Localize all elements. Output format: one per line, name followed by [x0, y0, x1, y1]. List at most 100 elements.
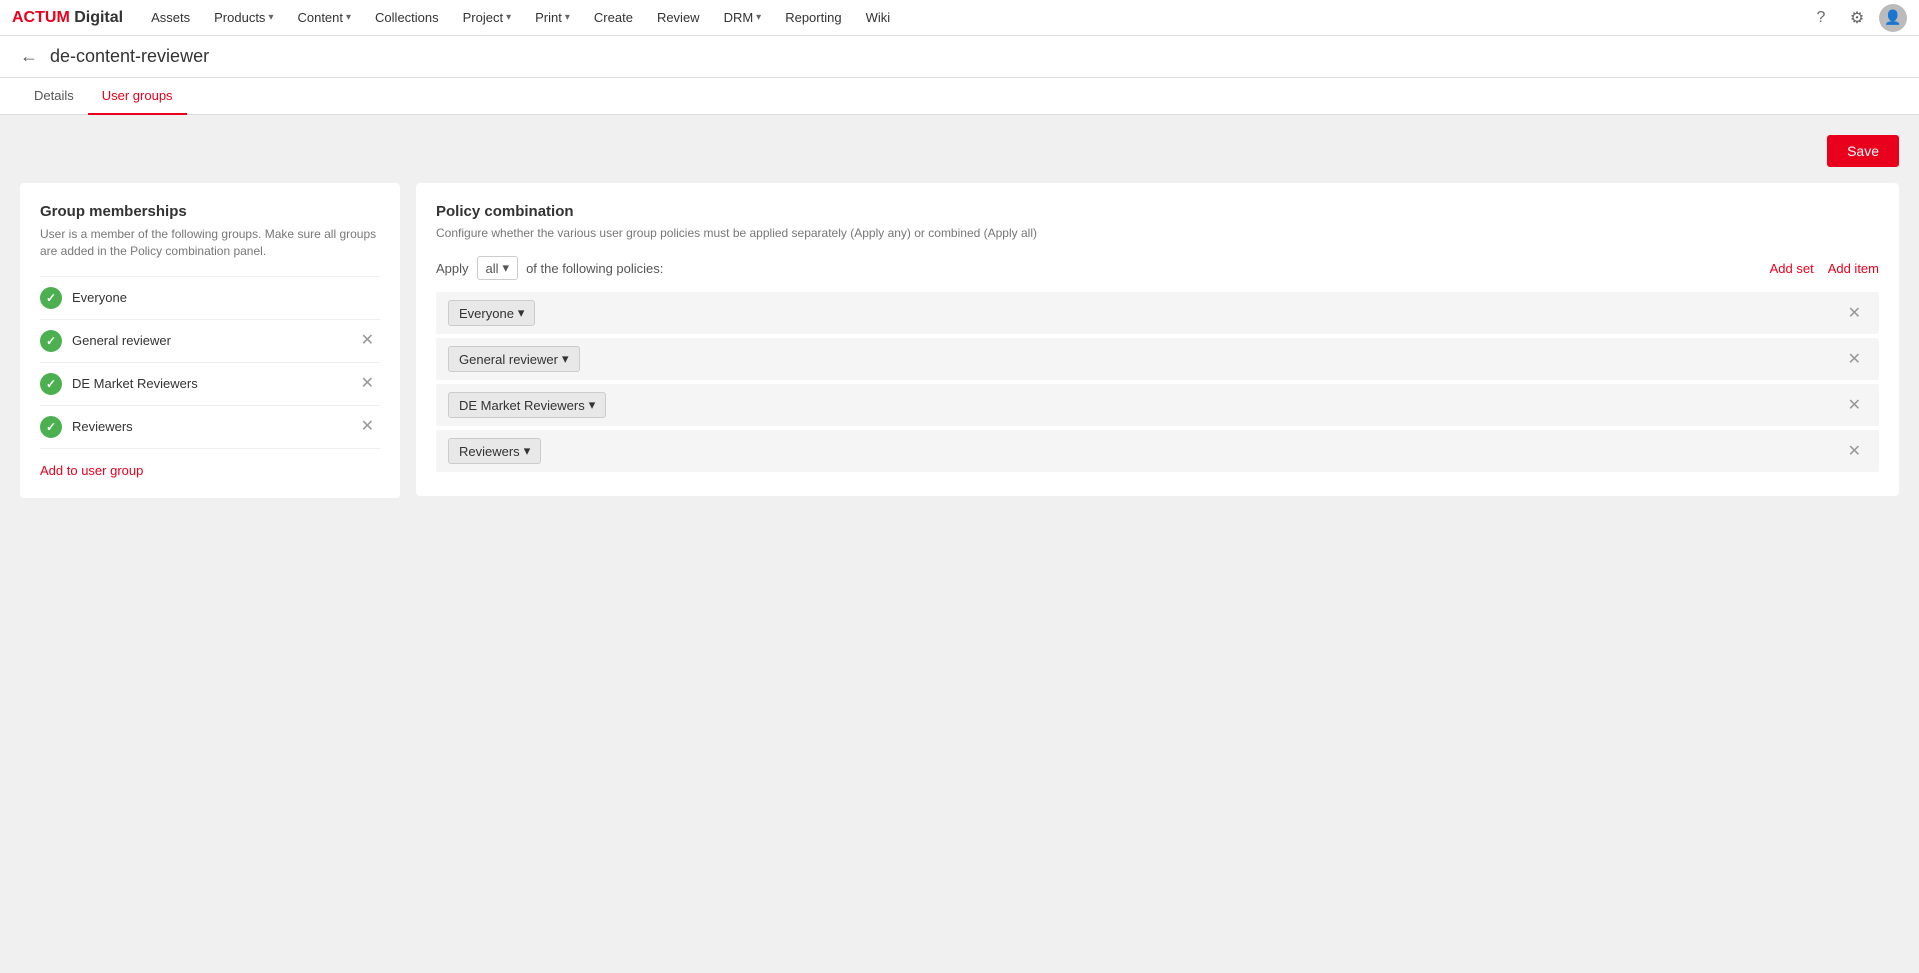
policy-general-reviewer-close-button[interactable]: ✕ [1842, 347, 1867, 371]
nav-drm-label: DRM [724, 10, 754, 25]
cards-row: Group memberships User is a member of th… [20, 183, 1899, 498]
content-chevron-icon: ▾ [346, 12, 351, 23]
print-chevron-icon: ▾ [565, 12, 570, 23]
back-button[interactable]: ← [20, 46, 38, 67]
group-item-everyone: Everyone [40, 277, 380, 320]
remove-reviewers-button[interactable]: ✕ [355, 417, 380, 437]
action-row: Save [20, 135, 1899, 167]
remove-general-reviewer-button[interactable]: ✕ [355, 331, 380, 351]
policy-general-reviewer-label: General reviewer [459, 352, 558, 367]
drm-chevron-icon: ▾ [756, 12, 761, 23]
tab-details[interactable]: Details [20, 78, 88, 115]
group-name-everyone: Everyone [72, 290, 380, 305]
avatar[interactable]: 👤 [1879, 4, 1907, 32]
policy-controls-right: Add set Add item [1770, 261, 1879, 276]
policy-everyone-close-button[interactable]: ✕ [1842, 301, 1867, 325]
group-memberships-card: Group memberships User is a member of th… [20, 183, 400, 498]
products-chevron-icon: ▾ [268, 12, 273, 23]
nav-reporting[interactable]: Reporting [773, 0, 853, 36]
policy-de-market-reviewers-dropdown[interactable]: DE Market Reviewers ▾ [448, 392, 606, 418]
policy-de-market-reviewers-chevron-icon: ▾ [589, 397, 596, 413]
nav-review[interactable]: Review [645, 0, 712, 36]
policy-controls-left: Apply all ▾ of the following policies: [436, 256, 663, 280]
nav-reporting-label: Reporting [785, 10, 841, 25]
policy-item-de-market-reviewers: DE Market Reviewers ▾ ✕ [436, 384, 1879, 426]
save-button[interactable]: Save [1827, 135, 1899, 167]
nav-collections[interactable]: Collections [363, 0, 451, 36]
apply-all-dropdown[interactable]: all ▾ [477, 256, 519, 280]
apply-all-dropdown-chevron-icon: ▾ [503, 260, 510, 276]
page-header: ← de-content-reviewer [0, 36, 1919, 78]
policy-de-market-reviewers-close-button[interactable]: ✕ [1842, 393, 1867, 417]
nav-project[interactable]: Project ▾ [451, 0, 524, 36]
apply-all-dropdown-label: all [486, 261, 499, 276]
settings-icon[interactable]: ⚙ [1843, 4, 1871, 32]
policy-reviewers-close-button[interactable]: ✕ [1842, 439, 1867, 463]
apply-label: Apply [436, 261, 469, 276]
policy-item-everyone: Everyone ▾ ✕ [436, 292, 1879, 334]
check-icon-de-market-reviewers [40, 373, 62, 395]
nav-create-label: Create [594, 10, 633, 25]
policy-everyone-dropdown[interactable]: Everyone ▾ [448, 300, 535, 326]
brand-digital: Digital [70, 9, 123, 26]
policy-combination-desc: Configure whether the various user group… [436, 226, 1879, 240]
nav-wiki-label: Wiki [866, 10, 891, 25]
add-item-link[interactable]: Add item [1828, 261, 1879, 276]
nav-print-label: Print [535, 10, 562, 25]
policy-reviewers-dropdown[interactable]: Reviewers ▾ [448, 438, 541, 464]
policy-general-reviewer-dropdown[interactable]: General reviewer ▾ [448, 346, 580, 372]
nav-assets-label: Assets [151, 10, 190, 25]
nav-collections-label: Collections [375, 10, 439, 25]
group-name-de-market-reviewers: DE Market Reviewers [72, 376, 345, 391]
policy-combination-card: Policy combination Configure whether the… [416, 183, 1899, 496]
nav-products[interactable]: Products ▾ [202, 0, 285, 36]
add-to-user-group-link[interactable]: Add to user group [40, 463, 143, 478]
project-chevron-icon: ▾ [506, 12, 511, 23]
policy-item-reviewers: Reviewers ▾ ✕ [436, 430, 1879, 472]
add-set-link[interactable]: Add set [1770, 261, 1814, 276]
brand-actum: ACTUM [12, 9, 70, 26]
nav-wiki[interactable]: Wiki [854, 0, 903, 36]
group-name-general-reviewer: General reviewer [72, 333, 345, 348]
policy-everyone-chevron-icon: ▾ [518, 305, 525, 321]
group-list: Everyone General reviewer ✕ DE Market Re… [40, 276, 380, 449]
nav-products-label: Products [214, 10, 265, 25]
nav-items: Assets Products ▾ Content ▾ Collections … [139, 0, 1807, 36]
of-following-label: of the following policies: [526, 261, 663, 276]
remove-de-market-reviewers-button[interactable]: ✕ [355, 374, 380, 394]
policy-combination-title: Policy combination [436, 203, 1879, 220]
tabs-bar: Details User groups [0, 78, 1919, 115]
group-name-reviewers: Reviewers [72, 419, 345, 434]
top-navigation: ACTUM Digital Assets Products ▾ Content … [0, 0, 1919, 36]
policy-de-market-reviewers-label: DE Market Reviewers [459, 398, 585, 413]
policy-reviewers-chevron-icon: ▾ [524, 443, 531, 459]
policy-item-general-reviewer: General reviewer ▾ ✕ [436, 338, 1879, 380]
nav-content[interactable]: Content ▾ [285, 0, 363, 36]
main-content: Save Group memberships User is a member … [0, 115, 1919, 973]
nav-print[interactable]: Print ▾ [523, 0, 582, 36]
brand-logo[interactable]: ACTUM Digital [12, 9, 123, 27]
check-icon-reviewers [40, 416, 62, 438]
nav-review-label: Review [657, 10, 700, 25]
policy-controls: Apply all ▾ of the following policies: A… [436, 256, 1879, 280]
nav-drm[interactable]: DRM ▾ [712, 0, 774, 36]
nav-project-label: Project [463, 10, 503, 25]
group-item-reviewers: Reviewers ✕ [40, 406, 380, 449]
policy-reviewers-label: Reviewers [459, 444, 520, 459]
check-icon-general-reviewer [40, 330, 62, 352]
group-memberships-title: Group memberships [40, 203, 380, 220]
check-icon-everyone [40, 287, 62, 309]
page-title: de-content-reviewer [50, 46, 209, 67]
policy-items-list: Everyone ▾ ✕ General reviewer ▾ ✕ [436, 292, 1879, 472]
group-item-de-market-reviewers: DE Market Reviewers ✕ [40, 363, 380, 406]
help-icon[interactable]: ? [1807, 4, 1835, 32]
nav-content-label: Content [297, 10, 343, 25]
nav-assets[interactable]: Assets [139, 0, 202, 36]
tab-user-groups[interactable]: User groups [88, 78, 187, 115]
nav-create[interactable]: Create [582, 0, 645, 36]
policy-everyone-label: Everyone [459, 306, 514, 321]
policy-general-reviewer-chevron-icon: ▾ [562, 351, 569, 367]
nav-right: ? ⚙ 👤 [1807, 4, 1907, 32]
group-memberships-desc: User is a member of the following groups… [40, 226, 380, 260]
group-item-general-reviewer: General reviewer ✕ [40, 320, 380, 363]
